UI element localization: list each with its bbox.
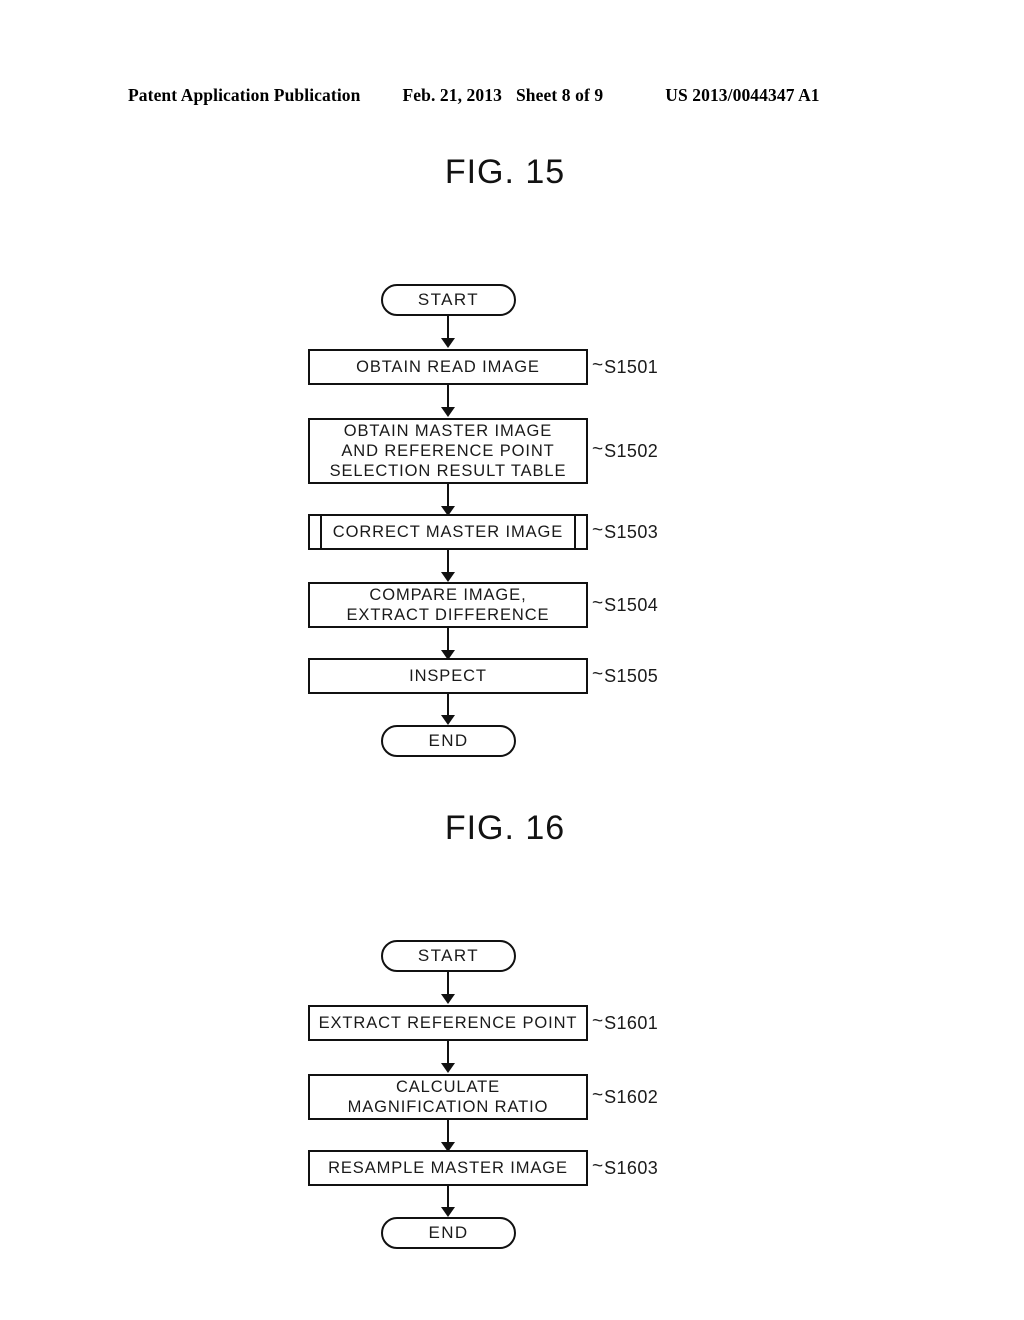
fig15-step-s1503-code: ~ S1503 [592,519,659,542]
publication-date-sheet: Feb. 21, 2013 Sheet 8 of 9 [402,85,603,106]
tilde-connector-icon: ~ [592,438,604,460]
fig15-step-s1504-label: COMPARE IMAGE, EXTRACT DIFFERENCE [346,586,550,624]
figure-16-title: FIG. 16 [444,809,566,847]
fig16-step-s1601-box: EXTRACT REFERENCE POINT [308,1005,588,1041]
fig15-step-s1502-code: ~ S1502 [592,438,659,461]
fig15-step-s1501-box: OBTAIN READ IMAGE [308,349,588,385]
fig16-step-s1603-box: RESAMPLE MASTER IMAGE [308,1150,588,1186]
fig16-step-s1602-label: CALCULATE MAGNIFICATION RATIO [347,1078,549,1116]
fig15-connector-s1501-s1502 [447,385,449,407]
fig16-step-s1603-label: RESAMPLE MASTER IMAGE [328,1159,568,1177]
tilde-connector-icon: ~ [592,354,604,376]
fig15-connector-s1505-end [447,694,449,716]
fig15-arrowhead-s1504 [441,572,455,582]
fig15-end-label: END [428,731,469,750]
fig16-arrowhead-s1602 [441,1063,455,1073]
fig16-step-s1601-code: ~ S1601 [592,1010,659,1033]
tilde-connector-icon: ~ [592,1084,604,1106]
fig15-start-label: START [417,290,480,309]
fig16-step-s1602-box: CALCULATE MAGNIFICATION RATIO [308,1074,588,1120]
fig15-connector-start-s1501 [447,316,449,338]
fig15-connector-s1503-s1504 [447,550,449,572]
tilde-connector-icon: ~ [592,519,604,541]
fig16-connector-s1603-end [447,1186,449,1208]
fig16-arrowhead-end [441,1207,455,1217]
fig15-step-s1504-code: ~ S1504 [592,592,659,615]
fig16-connector-start-s1601 [447,972,449,994]
fig15-step-s1505-code: ~ S1505 [592,663,659,686]
fig16-connector-s1602-s1603 [447,1120,449,1142]
fig15-arrowhead-end [441,715,455,725]
patent-number: US 2013/0044347 A1 [665,85,820,105]
fig16-step-s1603-code: ~ S1603 [592,1155,659,1178]
fig16-step-s1602-code: ~ S1602 [592,1084,659,1107]
tilde-connector-icon: ~ [592,592,604,614]
page-header: Patent Application Publication Feb. 21, … [128,85,896,111]
fig15-step-s1501-code: ~ S1501 [592,354,659,377]
fig15-step-s1501-label: OBTAIN READ IMAGE [356,358,540,376]
fig15-end-terminal: END [381,725,516,757]
fig15-arrowhead-s1501 [441,338,455,348]
fig15-step-s1504-box: COMPARE IMAGE, EXTRACT DIFFERENCE [308,582,588,628]
fig16-step-s1601-label: EXTRACT REFERENCE POINT [318,1014,578,1032]
sheet-number: Sheet 8 of 9 [515,85,604,105]
fig15-arrowhead-s1502 [441,407,455,417]
tilde-connector-icon: ~ [592,1010,604,1032]
fig15-start-terminal: START [381,284,516,316]
fig16-start-terminal: START [381,940,516,972]
fig15-connector-s1502-s1503 [447,484,449,506]
tilde-connector-icon: ~ [592,1155,604,1177]
tilde-connector-icon: ~ [592,663,604,685]
figure-15: FIG. 15 START OBTAIN READ IMAGE ~ S1501 … [0,150,1024,757]
fig15-step-s1502-label: OBTAIN MASTER IMAGE AND REFERENCE POINT … [329,422,567,480]
fig15-step-s1505-box: INSPECT [308,658,588,694]
fig15-step-s1503-box: CORRECT MASTER IMAGE [308,514,588,550]
fig16-end-label: END [428,1223,469,1242]
fig15-connector-s1504-s1505 [447,628,449,650]
fig15-step-s1503-label: CORRECT MASTER IMAGE [332,523,564,541]
fig16-arrowhead-s1601 [441,994,455,1004]
fig15-step-s1502-box: OBTAIN MASTER IMAGE AND REFERENCE POINT … [308,418,588,484]
fig15-step-s1505-label: INSPECT [409,667,487,685]
publication-date: Feb. 21, 2013 [402,85,502,105]
figure-16: FIG. 16 START EXTRACT REFERENCE POINT ~ … [0,806,1024,1249]
publication-title: Patent Application Publication [128,85,361,105]
fig16-start-label: START [417,946,480,965]
fig16-connector-s1601-s1602 [447,1041,449,1063]
fig16-end-terminal: END [381,1217,516,1249]
figure-15-title: FIG. 15 [444,153,566,191]
